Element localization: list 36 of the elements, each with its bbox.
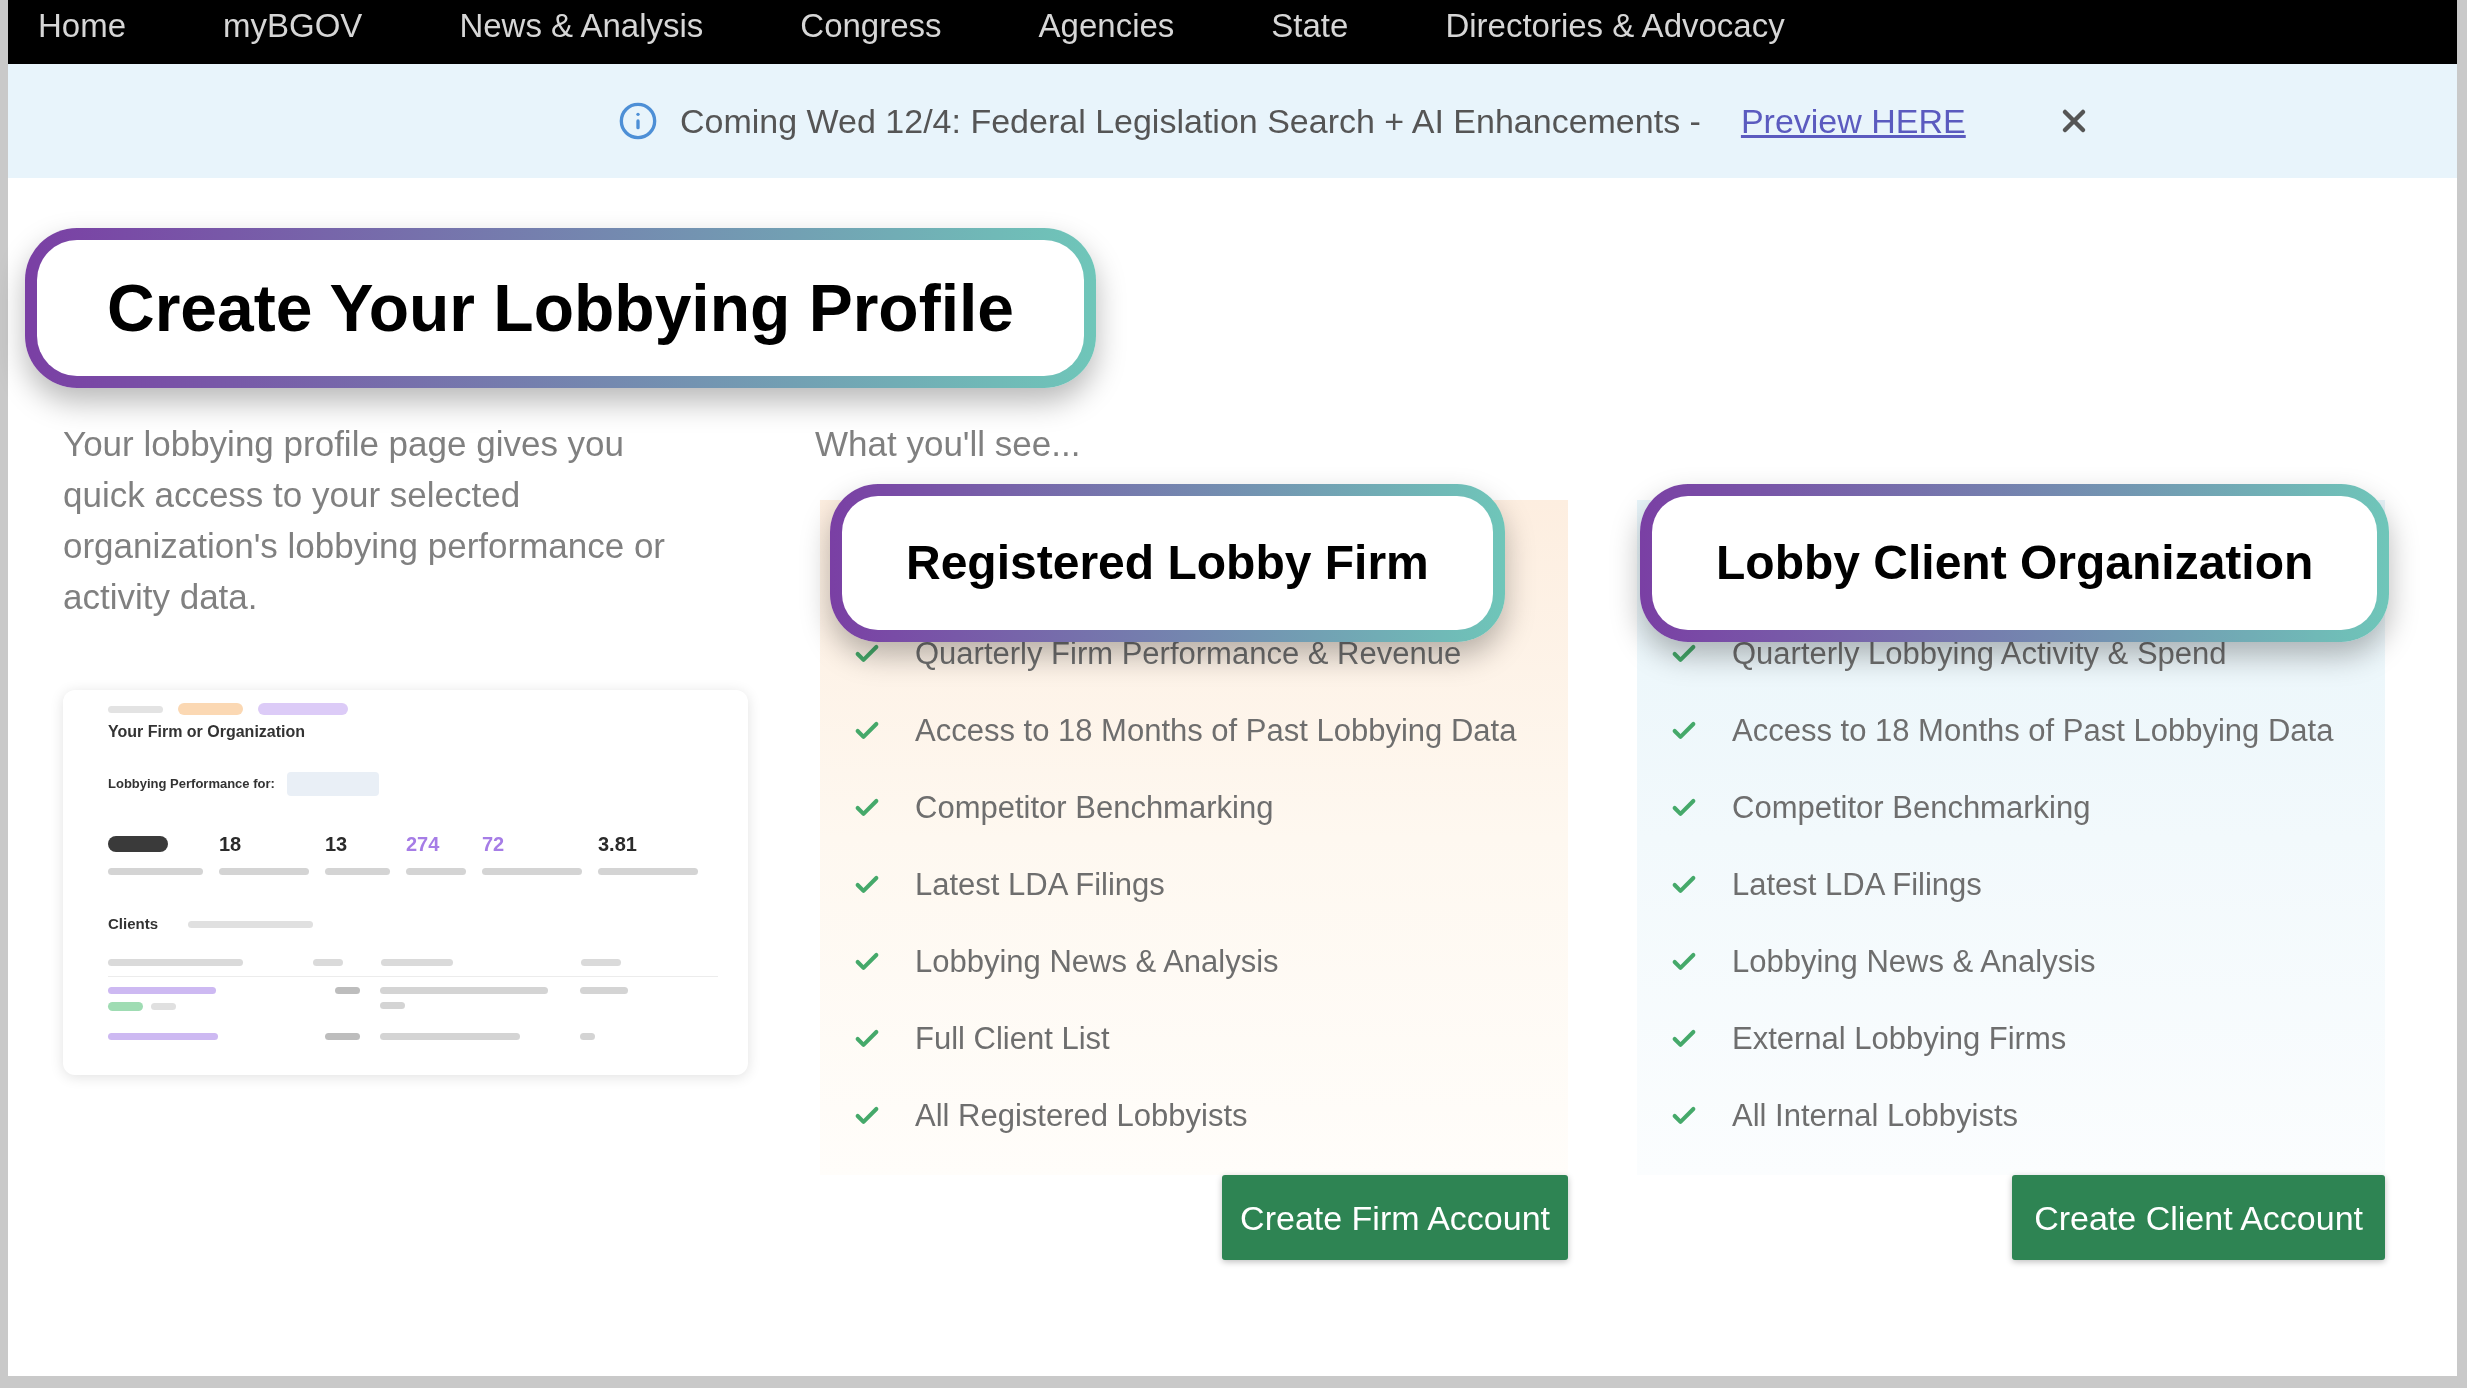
- stat-value: 3.81: [598, 832, 637, 856]
- feature-text: All Internal Lobbyists: [1732, 1096, 2019, 1135]
- nav-link[interactable]: State: [1271, 6, 1349, 46]
- feature-text: All Registered Lobbyists: [915, 1096, 1248, 1135]
- stat-value: 18: [219, 832, 242, 856]
- tag-pill: [108, 1002, 143, 1011]
- nav-link[interactable]: News & Analysis: [459, 6, 704, 46]
- preview-title: Your Firm or Organization: [108, 722, 306, 742]
- nav-link[interactable]: Directories & Advocacy: [1445, 6, 1785, 46]
- section-heading: What you'll see...: [815, 423, 1081, 465]
- feature-text: Access to 18 Months of Past Lobbying Data: [915, 711, 1517, 750]
- filter-label: Lobbying Performance for:: [108, 776, 275, 792]
- nav-link[interactable]: myBGOV: [223, 6, 363, 46]
- feature-text: Full Client List: [915, 1019, 1110, 1058]
- feature-text: Lobbying News & Analysis: [915, 942, 1279, 981]
- feature-text: Competitor Benchmarking: [915, 788, 1274, 827]
- preview-link[interactable]: Preview HERE: [1740, 101, 1966, 141]
- info-icon: [618, 101, 658, 141]
- feature-text: Latest LDA Filings: [1732, 865, 1982, 904]
- create-account-button[interactable]: Create Client Account: [2012, 1175, 2385, 1260]
- nav-link[interactable]: Agencies: [1038, 6, 1175, 46]
- create-account-button[interactable]: Create Firm Account: [1222, 1175, 1568, 1260]
- feature-text: Competitor Benchmarking: [1732, 788, 2091, 827]
- nav-link[interactable]: Home: [38, 6, 127, 46]
- section-title: Clients: [108, 915, 158, 933]
- feature-text: Latest LDA Filings: [915, 865, 1165, 904]
- stat-value: 72: [482, 832, 505, 856]
- feature-text: External Lobbying Firms: [1732, 1019, 2067, 1058]
- intro-paragraph: Your lobbying profile page gives you quick access to your selected organization's lobbying performance or activity data.: [63, 423, 667, 618]
- feature-text: Lobbying News & Analysis: [1732, 942, 2096, 981]
- feature-text: Access to 18 Months of Past Lobbying Data: [1732, 711, 2334, 750]
- stat-value: 13: [325, 832, 348, 856]
- stat-value: 274: [406, 832, 440, 856]
- banner-text: Coming Wed 12/4: Federal Legislation Search + AI Enhancements -: [680, 101, 1701, 141]
- tag-pill: [178, 703, 243, 715]
- nav-link[interactable]: Congress: [800, 6, 942, 46]
